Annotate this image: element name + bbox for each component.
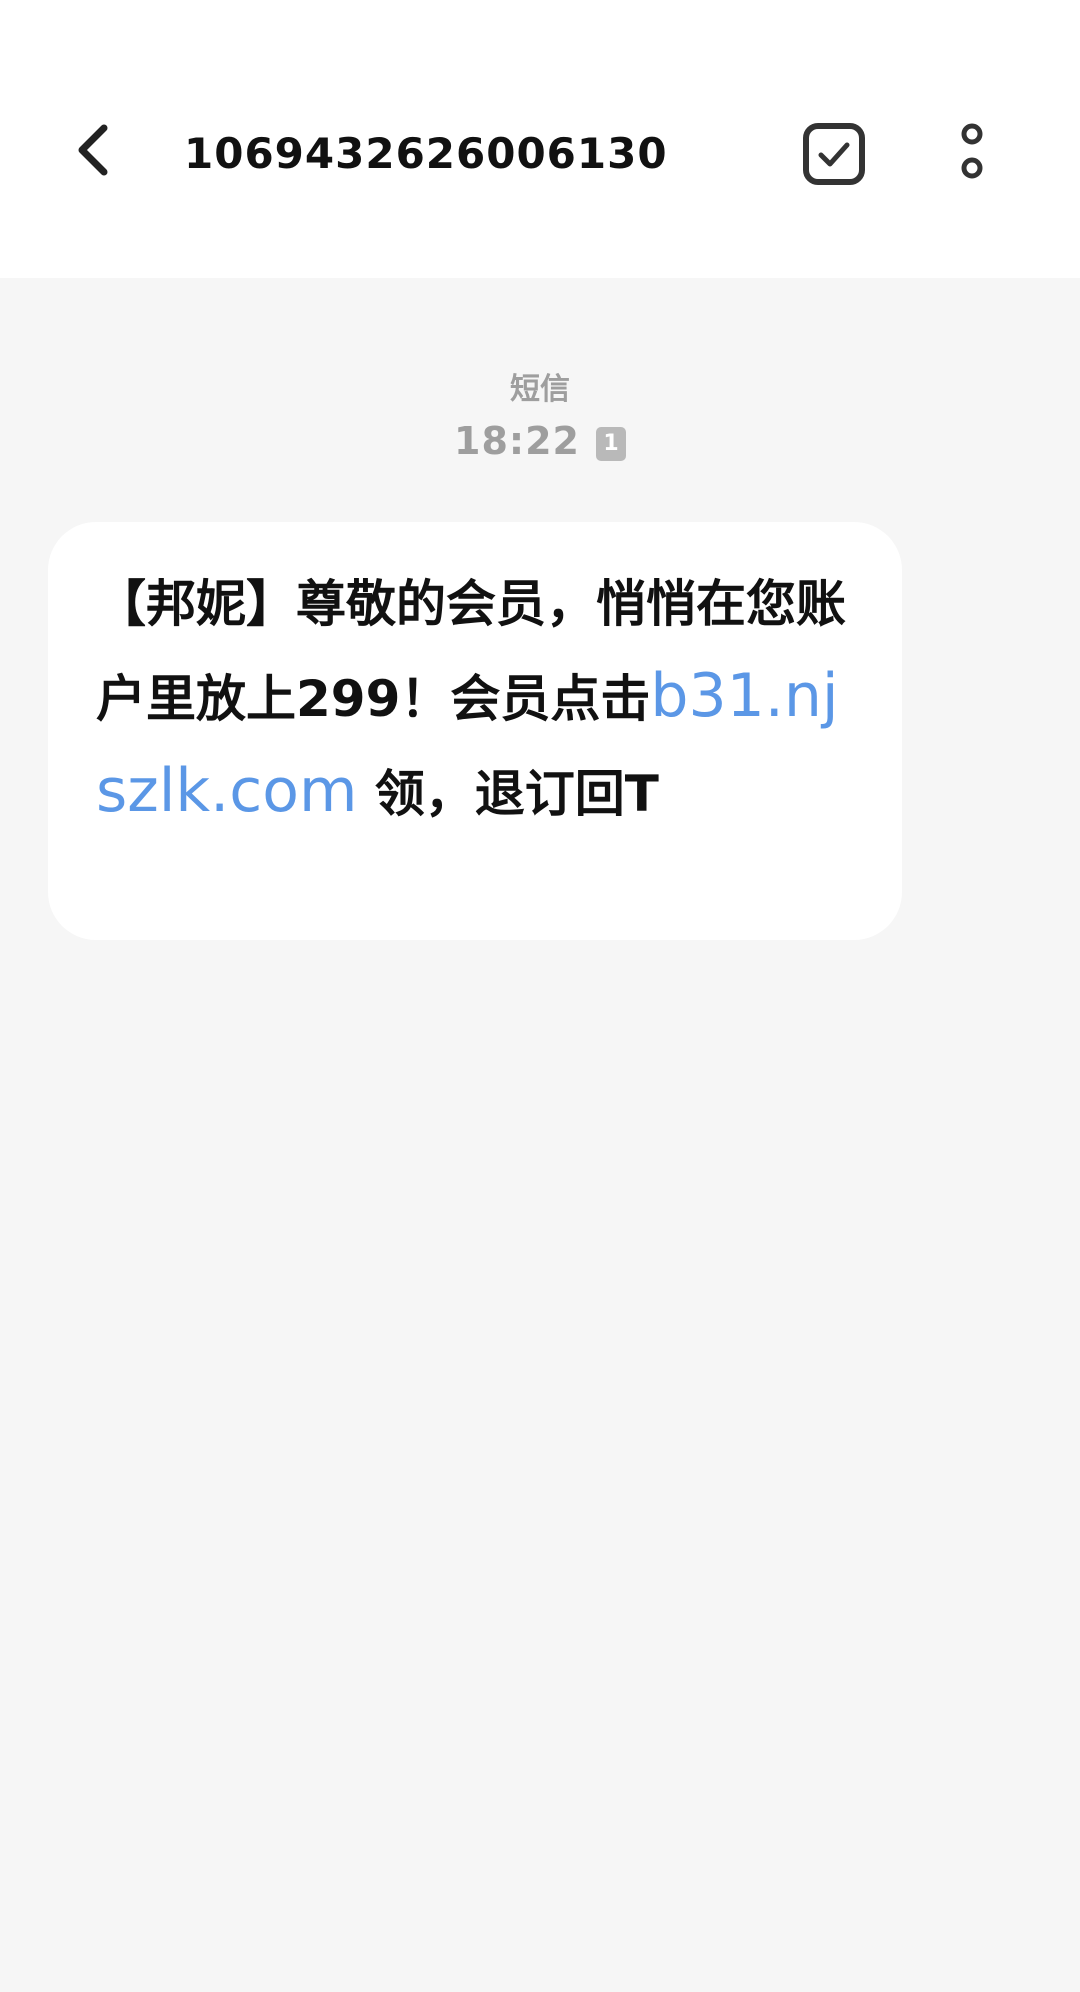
message-timestamp-row: 18:22 1 (0, 416, 1080, 466)
checkbox-checked-icon (803, 123, 865, 185)
conversation-title: 1069432626006130 (184, 129, 668, 178)
sim-slot-badge: 1 (595, 427, 626, 461)
app-header: 1069432626006130 (0, 0, 1080, 278)
message-time: 18:22 (454, 419, 580, 463)
message-bubble[interactable]: 【邦妮】尊敬的会员，悄悄在您账户里放上299！会员点击b31.njszlk.co… (48, 522, 902, 940)
select-messages-button[interactable] (800, 120, 868, 188)
back-button[interactable] (62, 118, 126, 182)
message-body: 【邦妮】尊敬的会员，悄悄在您账户里放上299！会员点击b31.njszlk.co… (96, 558, 862, 840)
message-text-after-link: 领，退订回T (357, 765, 659, 823)
more-vertical-icon (961, 123, 983, 179)
more-options-button[interactable] (940, 118, 1004, 190)
chevron-left-icon (78, 124, 108, 176)
message-type-label: 短信 (510, 372, 570, 407)
